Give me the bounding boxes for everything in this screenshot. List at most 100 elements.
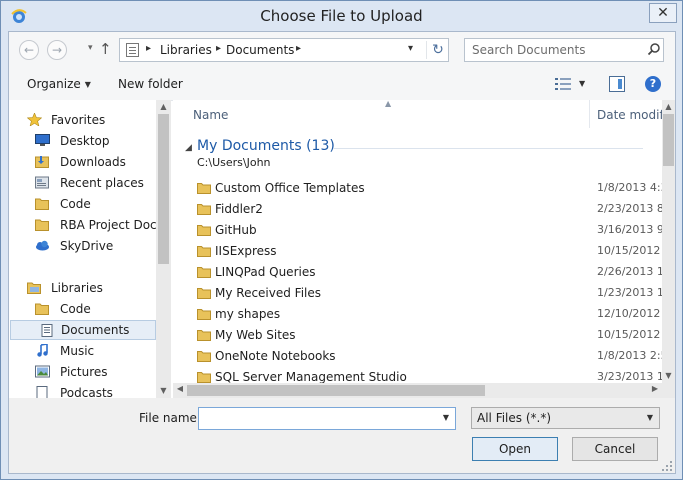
- sidebar-item-code[interactable]: Code: [9, 194, 155, 214]
- forward-button[interactable]: →: [47, 40, 67, 60]
- scroll-right-arrow-icon[interactable]: ▶: [648, 384, 662, 393]
- file-date-modified: 1/23/2013 1: [597, 286, 664, 299]
- podcasts-icon: [36, 386, 48, 398]
- recent-locations-chevron-icon[interactable]: ▾: [88, 43, 93, 53]
- dialog-client-area: ← → ▾ ↑ ▸ Libraries ▸ Documents ▸ ▾ ↻ Se…: [8, 31, 676, 474]
- refresh-icon[interactable]: ↻: [426, 41, 449, 59]
- file-row[interactable]: Fiddler2 2/23/2013 8: [173, 199, 664, 220]
- file-row[interactable]: LINQPad Queries 2/26/2013 1: [173, 262, 664, 283]
- sidebar-group-favorites[interactable]: Favorites: [9, 110, 155, 130]
- address-dropdown-icon[interactable]: ▾: [408, 43, 413, 54]
- skydrive-icon: [36, 240, 49, 251]
- file-name: Fiddler2: [215, 202, 263, 216]
- breadcrumb-libraries[interactable]: Libraries: [160, 43, 212, 57]
- scrollbar-thumb[interactable]: [187, 385, 485, 396]
- scroll-down-arrow-icon[interactable]: ▼: [661, 371, 675, 380]
- breadcrumb-separator-icon[interactable]: ▸: [146, 43, 151, 54]
- file-name-input[interactable]: ▼: [198, 407, 456, 430]
- file-date-modified: 3/23/2013 1: [597, 370, 664, 383]
- address-bar[interactable]: ▸ Libraries ▸ Documents ▸ ▾ ↻: [119, 38, 449, 62]
- cancel-button[interactable]: Cancel: [572, 437, 658, 461]
- sidebar-item-skydrive[interactable]: SkyDrive: [9, 236, 155, 256]
- file-date-modified: 3/16/2013 9: [597, 223, 664, 236]
- back-button[interactable]: ←: [19, 40, 39, 60]
- recent-places-icon: [35, 176, 49, 189]
- file-list-vertical-scrollbar[interactable]: ▲ ▼: [662, 100, 675, 383]
- file-row[interactable]: OneNote Notebooks 1/8/2013 2:5: [173, 346, 668, 367]
- file-name: my shapes: [215, 307, 281, 321]
- file-list-horizontal-scrollbar[interactable]: ◀ ▶: [173, 383, 662, 398]
- sidebar-item-rba-project-docs[interactable]: RBA Project Docu: [9, 215, 164, 235]
- sidebar-group-libraries[interactable]: Libraries: [9, 278, 155, 298]
- column-divider[interactable]: [589, 100, 590, 128]
- change-view-icon[interactable]: [555, 78, 571, 90]
- file-name: LINQPad Queries: [215, 265, 316, 279]
- column-header-name[interactable]: Name: [193, 108, 228, 122]
- sidebar-item-music[interactable]: Music: [9, 341, 155, 361]
- scroll-up-arrow-icon[interactable]: ▲: [661, 102, 675, 111]
- sidebar-item-label: Pictures: [60, 365, 108, 379]
- file-row[interactable]: Custom Office Templates 1/8/2013 4:3: [173, 178, 668, 199]
- music-icon: [37, 344, 48, 357]
- close-button[interactable]: ✕: [649, 3, 677, 23]
- open-button[interactable]: Open: [472, 437, 558, 461]
- sidebar-item-label: Documents: [61, 323, 130, 337]
- resize-grip-icon[interactable]: [661, 460, 673, 472]
- group-location-path: C:\Users\John: [197, 156, 271, 169]
- title-bar[interactable]: Choose File to Upload ✕: [1, 1, 682, 31]
- group-header-my-documents[interactable]: My Documents (13): [197, 138, 335, 154]
- column-header-date-modified[interactable]: Date modifi: [597, 108, 667, 122]
- file-name: My Received Files: [215, 286, 322, 300]
- file-row[interactable]: My Web Sites 10/15/2012: [173, 325, 662, 346]
- file-name: GitHub: [215, 223, 257, 237]
- sidebar-item-label: Code: [60, 197, 91, 211]
- sidebar-item-downloads[interactable]: Downloads: [9, 152, 155, 172]
- search-box[interactable]: Search Documents: [464, 38, 664, 62]
- file-date-modified: 10/15/2012: [597, 244, 661, 257]
- file-name-history-dropdown-icon[interactable]: ▼: [443, 413, 449, 422]
- file-dialog-window: Choose File to Upload ✕ ← → ▾ ↑ ▸ Librar…: [0, 0, 683, 480]
- command-bar: Organize ▼ New folder ▼ ?: [9, 68, 675, 101]
- file-type-select[interactable]: All Files (*.*) ▼: [471, 407, 660, 429]
- folder-icon: [197, 267, 211, 278]
- sidebar-item-documents[interactable]: Documents: [10, 320, 156, 340]
- file-date-modified: 1/8/2013 4:3: [597, 181, 668, 194]
- file-row[interactable]: GitHub 3/16/2013 9: [173, 220, 664, 241]
- up-arrow-icon[interactable]: ↑: [99, 40, 112, 58]
- view-options-dropdown-icon[interactable]: ▼: [579, 79, 585, 88]
- sidebar-item-podcasts[interactable]: Podcasts: [9, 383, 155, 398]
- breadcrumb-separator-icon[interactable]: ▸: [216, 43, 221, 54]
- folder-icon: [197, 330, 211, 341]
- organize-label: Organize: [27, 77, 81, 91]
- file-name-label: File name:: [139, 411, 201, 425]
- organize-menu-button[interactable]: Organize ▼: [27, 77, 91, 91]
- sidebar-item-pictures[interactable]: Pictures: [9, 362, 155, 382]
- scroll-left-arrow-icon[interactable]: ◀: [173, 384, 187, 393]
- new-folder-button[interactable]: New folder: [118, 77, 183, 91]
- scroll-down-arrow-icon[interactable]: ▼: [156, 386, 171, 395]
- file-name: IISExpress: [215, 244, 277, 258]
- file-type-dropdown-icon: ▼: [646, 413, 653, 422]
- sidebar-item-recent-places[interactable]: Recent places: [9, 173, 155, 193]
- file-row[interactable]: My Received Files 1/23/2013 1: [173, 283, 664, 304]
- breadcrumb-separator-icon[interactable]: ▸: [296, 43, 301, 54]
- folder-icon: [197, 351, 211, 362]
- scroll-up-arrow-icon[interactable]: ▲: [156, 102, 171, 111]
- folder-icon: [35, 198, 49, 210]
- back-arrow-icon: ←: [23, 43, 35, 57]
- help-icon[interactable]: ?: [645, 76, 661, 92]
- file-name: SQL Server Management Studio: [215, 370, 407, 384]
- folder-icon: [197, 372, 211, 383]
- sidebar-item-library-code[interactable]: Code: [9, 299, 155, 319]
- preview-pane-icon[interactable]: [609, 76, 625, 92]
- group-collapse-icon[interactable]: ◢: [185, 143, 192, 153]
- navigation-pane-scrollbar[interactable]: ▲ ▼: [156, 100, 171, 398]
- file-row[interactable]: my shapes 12/10/2012: [173, 304, 662, 325]
- file-row[interactable]: IISExpress 10/15/2012: [173, 241, 662, 262]
- scrollbar-thumb[interactable]: [663, 114, 674, 166]
- scrollbar-thumb[interactable]: [158, 114, 169, 264]
- file-type-selected-value: All Files (*.*): [477, 411, 552, 425]
- sidebar-item-desktop[interactable]: Desktop: [9, 131, 155, 151]
- search-icon[interactable]: [647, 42, 661, 56]
- breadcrumb-documents[interactable]: Documents: [226, 43, 294, 57]
